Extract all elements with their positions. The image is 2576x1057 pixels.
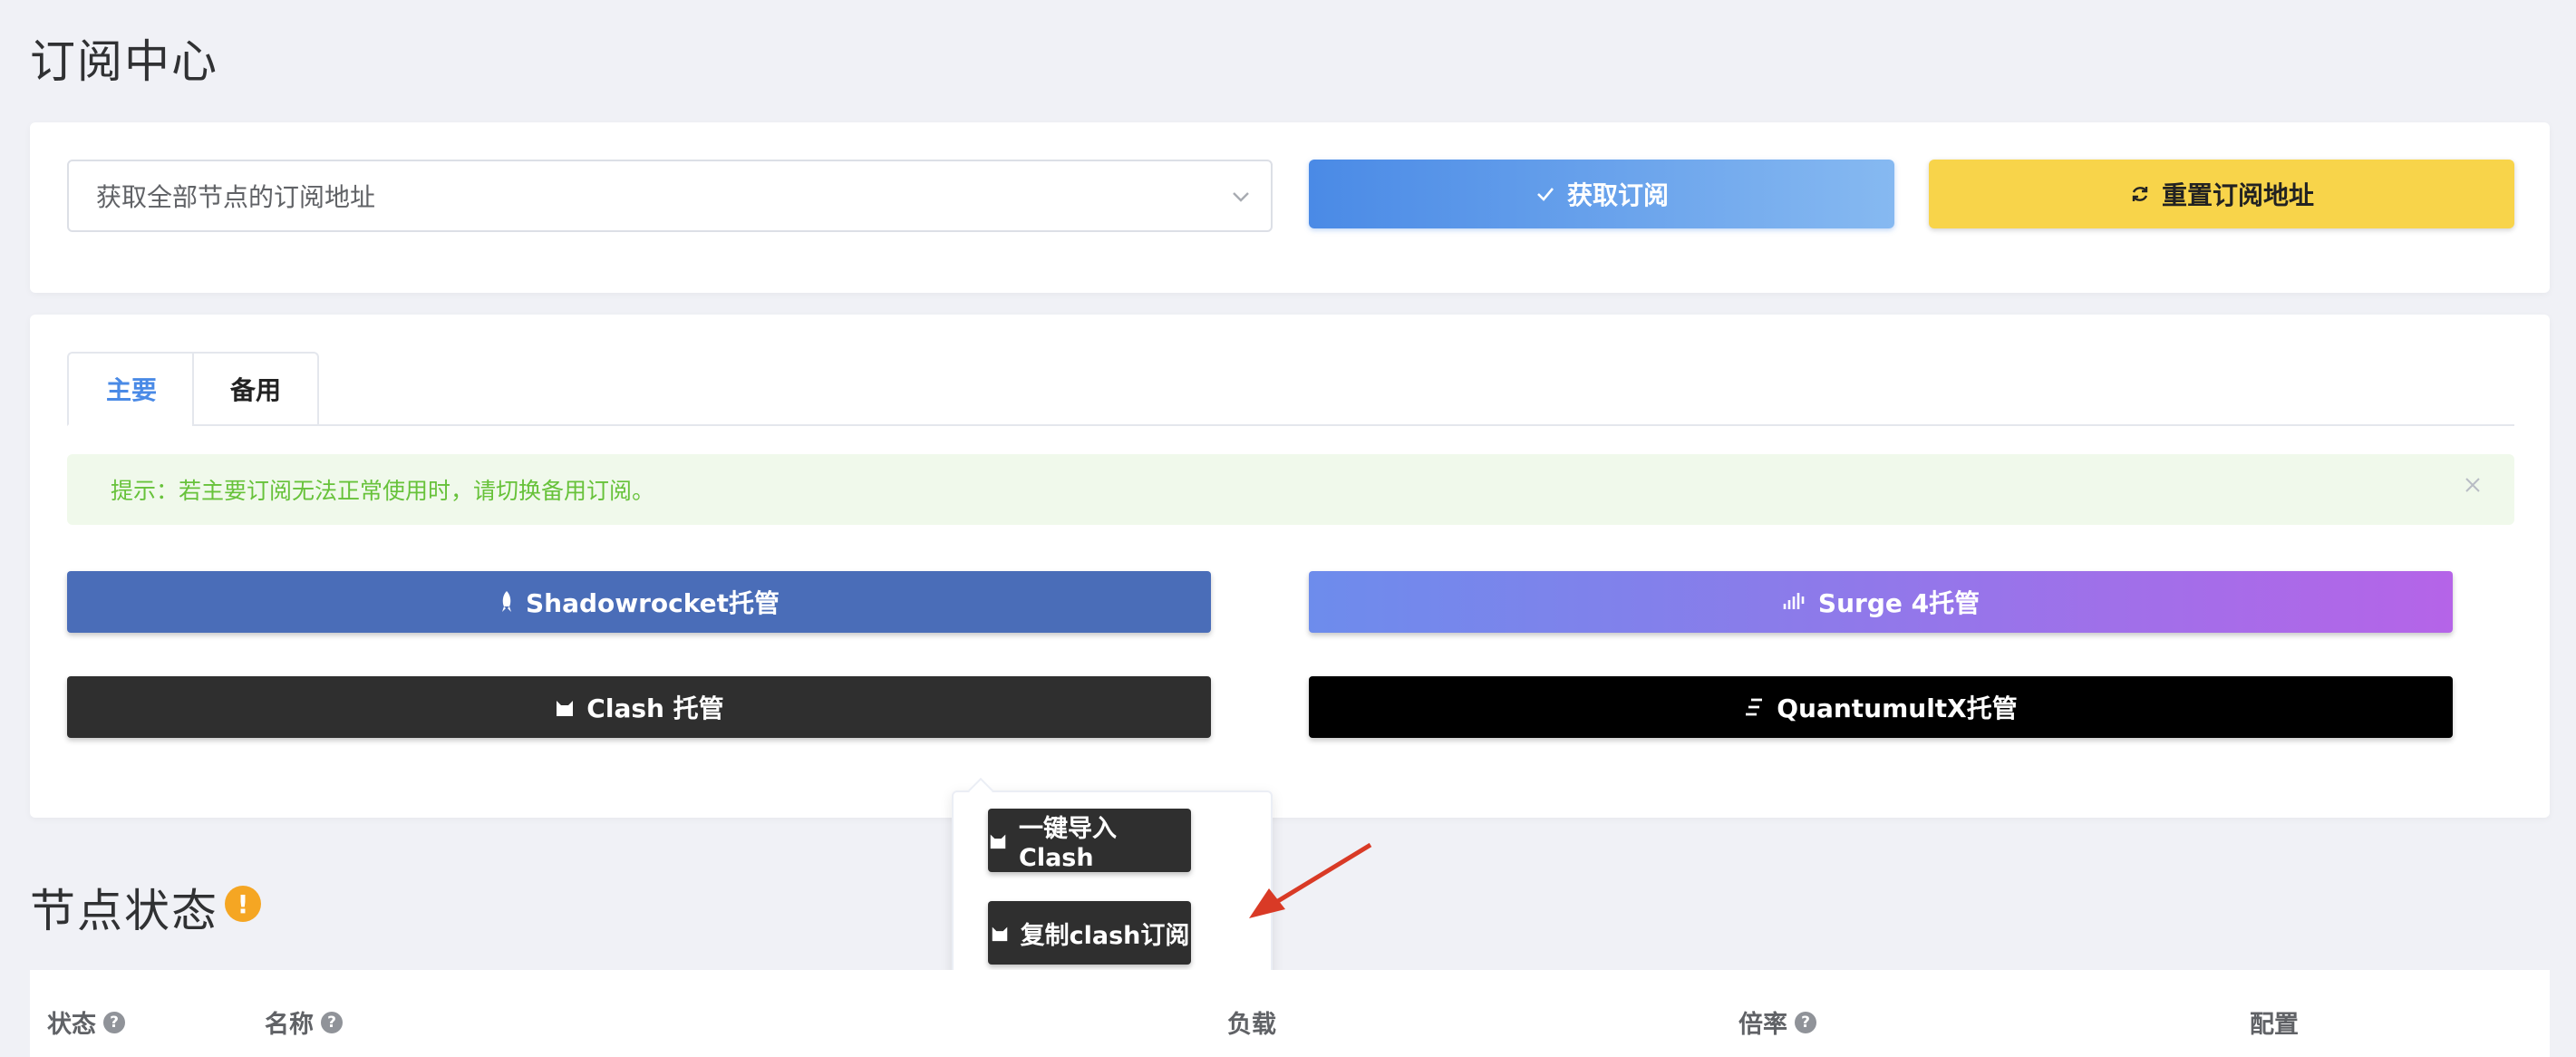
rocket-icon <box>499 590 515 614</box>
tab-main[interactable]: 主要 <box>67 352 194 426</box>
copy-clash-button[interactable]: 复制clash订阅 <box>988 901 1191 965</box>
chevron-down-icon <box>1227 183 1254 210</box>
annotation-arrow-icon <box>1242 834 1378 925</box>
quantumultx-label: QuantumultX托管 <box>1777 693 2018 723</box>
clash-label: Clash 托管 <box>586 693 724 723</box>
cat-icon <box>990 923 1010 943</box>
quantumultx-hosting-button[interactable]: QuantumultX托管 <box>1309 676 2453 738</box>
cat-icon <box>988 830 1008 850</box>
surge-hosting-button[interactable]: Surge 4托管 <box>1309 571 2453 633</box>
help-icon[interactable]: ? <box>321 1011 343 1033</box>
hosting-card <box>30 315 2550 818</box>
surge-label: Surge 4托管 <box>1817 588 1980 618</box>
shadowrocket-hosting-button[interactable]: Shadowrocket托管 <box>67 571 1211 633</box>
refresh-icon <box>2129 183 2151 205</box>
column-header-status: 状态 ? <box>47 1004 125 1040</box>
warning-icon[interactable]: ! <box>225 886 261 922</box>
tab-backup[interactable]: 备用 <box>192 352 319 426</box>
waveform-icon <box>1782 591 1807 613</box>
copy-clash-label: 复制clash订阅 <box>1020 921 1190 950</box>
import-clash-label: 一键导入Clash <box>1019 815 1117 872</box>
column-header-name: 名称 ? <box>265 1004 343 1040</box>
tip-alert: 提示：若主要订阅无法正常使用时，请切换备用订阅。 <box>67 454 2514 525</box>
get-subscription-button[interactable]: 获取订阅 <box>1309 160 1894 228</box>
tabs-divider <box>67 424 2514 426</box>
reset-subscription-button[interactable]: 重置订阅地址 <box>1929 160 2514 228</box>
close-icon[interactable] <box>2462 474 2484 496</box>
quantumult-icon <box>1744 696 1766 718</box>
subscription-select[interactable]: 获取全部节点的订阅地址 <box>67 160 1273 232</box>
node-status-table <box>30 970 2550 1057</box>
reset-subscription-label: 重置订阅地址 <box>2161 180 2314 210</box>
import-clash-button[interactable]: 一键导入Clash <box>988 809 1191 872</box>
get-subscription-label: 获取订阅 <box>1566 180 1669 210</box>
subscription-select-value: 获取全部节点的订阅地址 <box>96 182 376 212</box>
help-icon[interactable]: ? <box>1795 1011 1816 1033</box>
clash-hosting-button[interactable]: Clash 托管 <box>67 676 1211 738</box>
column-header-rate: 倍率 ? <box>1738 1004 1816 1040</box>
tip-alert-text: 提示：若主要订阅无法正常使用时，请切换备用订阅。 <box>111 478 655 504</box>
node-status-title: 节点状态 <box>30 885 218 937</box>
page-title: 订阅中心 <box>30 35 218 88</box>
shadowrocket-label: Shadowrocket托管 <box>525 588 780 618</box>
check-icon <box>1535 183 1556 205</box>
cat-icon <box>554 696 576 718</box>
column-header-config: 配置 <box>2250 1011 2299 1039</box>
column-header-load: 负载 <box>1227 1011 1276 1039</box>
help-icon[interactable]: ? <box>103 1011 125 1033</box>
